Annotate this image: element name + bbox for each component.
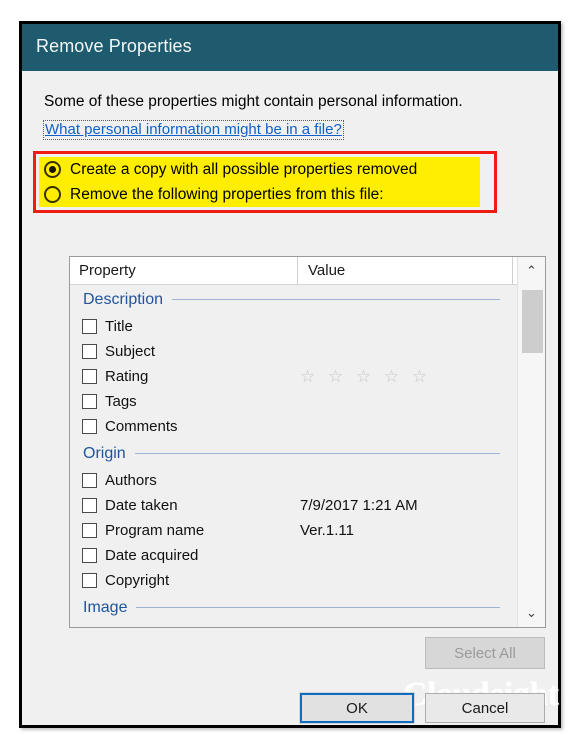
group-title-origin: Origin: [83, 444, 126, 462]
scroll-up-icon[interactable]: ⌃: [518, 257, 545, 285]
option-remove-following-label: Remove the following properties from thi…: [70, 185, 384, 203]
table-row[interactable]: Date taken 7/9/2017 1:21 AM: [70, 493, 516, 518]
table-row[interactable]: Tags: [70, 389, 516, 414]
help-link[interactable]: What personal information might be in a …: [43, 120, 344, 140]
group-rule-description: [172, 299, 500, 300]
table-row[interactable]: Subject: [70, 339, 516, 364]
property-value: 7/9/2017 1:21 AM: [300, 497, 418, 514]
group-title-image: Image: [83, 598, 128, 616]
intro-text: Some of these properties might contain p…: [44, 93, 463, 110]
table-row[interactable]: Date acquired: [70, 543, 516, 568]
checkbox-copyright-icon[interactable]: [82, 573, 97, 588]
checkbox-date-taken-icon[interactable]: [82, 498, 97, 513]
cancel-button[interactable]: Cancel: [425, 693, 545, 723]
checkbox-rating-icon[interactable]: [82, 369, 97, 384]
ok-button[interactable]: OK: [299, 692, 415, 724]
property-value: Ver.1.11: [300, 522, 354, 539]
radio-remove-following-icon[interactable]: [44, 186, 61, 203]
property-name: Authors: [105, 472, 157, 489]
checkbox-title-icon[interactable]: [82, 319, 97, 334]
group-header-image: Image: [70, 593, 516, 622]
list-scrollbar[interactable]: ⌃ ⌄: [517, 257, 545, 627]
option-remove-following[interactable]: Remove the following properties from thi…: [44, 182, 384, 207]
scroll-down-icon[interactable]: ⌄: [518, 599, 545, 627]
group-rule-origin: [134, 453, 500, 454]
select-all-button[interactable]: Select All: [425, 637, 545, 669]
column-header-property[interactable]: Property: [70, 262, 297, 279]
property-listbox[interactable]: Property Value Description Title Subject: [69, 256, 546, 628]
property-name: Title: [105, 318, 133, 335]
property-name: Rating: [105, 368, 149, 385]
property-name: Program name: [105, 522, 205, 539]
property-name: Date taken: [105, 497, 178, 514]
property-name: Date acquired: [105, 547, 199, 564]
checkbox-tags-icon[interactable]: [82, 394, 97, 409]
checkbox-authors-icon[interactable]: [82, 473, 97, 488]
list-body: Description Title Subject Rating ☆ ☆ ☆ ☆…: [70, 285, 516, 627]
property-name: Tags: [105, 393, 137, 410]
table-row[interactable]: Program name Ver.1.11: [70, 518, 516, 543]
group-rule-image: [136, 607, 500, 608]
radio-create-copy-icon[interactable]: [44, 161, 61, 178]
checkbox-comments-icon[interactable]: [82, 419, 97, 434]
checkbox-subject-icon[interactable]: [82, 344, 97, 359]
checkbox-date-acquired-icon[interactable]: [82, 548, 97, 563]
column-header-value[interactable]: Value: [297, 257, 512, 284]
table-row[interactable]: Copyright: [70, 568, 516, 593]
table-row[interactable]: Authors: [70, 468, 516, 493]
property-name: Comments: [105, 418, 178, 435]
group-header-origin: Origin: [70, 439, 516, 468]
table-row[interactable]: Title: [70, 314, 516, 339]
option-create-copy-label: Create a copy with all possible properti…: [70, 160, 418, 178]
table-row[interactable]: Comments: [70, 414, 516, 439]
option-create-copy[interactable]: Create a copy with all possible properti…: [44, 157, 417, 182]
table-row[interactable]: Rating ☆ ☆ ☆ ☆ ☆: [70, 364, 516, 389]
dialog-body: Some of these properties might contain p…: [22, 71, 559, 725]
dialog-title: Remove Properties: [36, 36, 192, 56]
group-header-description: Description: [70, 285, 516, 314]
scrollbar-thumb[interactable]: [522, 290, 543, 353]
group-title-description: Description: [83, 290, 164, 308]
checkbox-program-name-icon[interactable]: [82, 523, 97, 538]
rating-stars-icon[interactable]: ☆ ☆ ☆ ☆ ☆: [300, 367, 431, 387]
remove-properties-dialog: Remove Properties Some of these properti…: [19, 21, 561, 728]
property-name: Subject: [105, 343, 156, 360]
list-header: Property Value: [70, 257, 545, 285]
dialog-titlebar: Remove Properties: [22, 24, 558, 71]
property-name: Copyright: [105, 572, 170, 589]
